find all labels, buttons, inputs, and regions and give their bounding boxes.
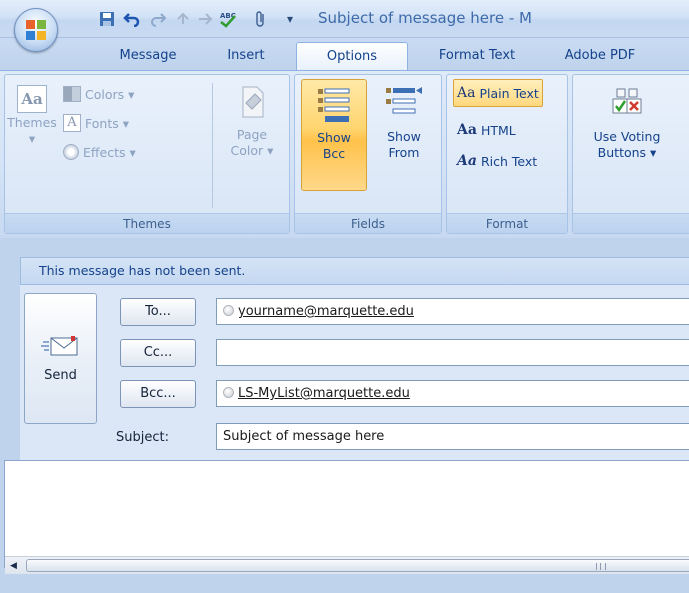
bcc-button[interactable]: Bcc... xyxy=(120,380,196,408)
subject-label: Subject: xyxy=(116,430,169,445)
rich-text-icon: Aa xyxy=(457,153,477,169)
next-item-icon[interactable] xyxy=(195,9,215,29)
plain-text-icon: Aa xyxy=(457,85,476,101)
chevron-down-icon: ▾ xyxy=(122,115,130,131)
office-button[interactable] xyxy=(14,8,58,52)
page-color-button[interactable]: Page Color ▾ xyxy=(217,81,287,159)
show-bcc-icon xyxy=(318,88,350,122)
chevron-down-icon: ▾ xyxy=(128,86,135,102)
undo-icon[interactable] xyxy=(122,9,142,29)
themes-group-label: Themes xyxy=(5,213,289,233)
bcc-field[interactable]: LS-MyList@marquette.edu xyxy=(216,380,689,407)
fonts-icon: A xyxy=(63,114,81,132)
format-group-label: Format xyxy=(447,213,567,233)
tab-message[interactable]: Message xyxy=(108,42,188,70)
cc-field[interactable] xyxy=(216,339,689,366)
send-button[interactable]: Send xyxy=(24,293,97,424)
scrollbar-thumb[interactable] xyxy=(26,559,689,572)
themes-icon: Aa xyxy=(17,85,47,113)
show-from-button[interactable]: Show From xyxy=(371,79,437,191)
tab-insert[interactable]: Insert xyxy=(218,42,274,70)
ribbon-tab-bar: Message Insert Options Format Text Adobe… xyxy=(0,38,689,71)
effects-icon xyxy=(63,144,79,160)
previous-item-icon[interactable] xyxy=(173,9,193,29)
html-format-button[interactable]: Aa HTML xyxy=(457,119,516,141)
fonts-button[interactable]: A Fonts ▾ xyxy=(63,112,129,134)
subject-field[interactable]: Subject of message here xyxy=(216,423,689,450)
bcc-recipient[interactable]: LS-MyList@marquette.edu xyxy=(238,386,410,401)
send-envelope-icon xyxy=(41,336,78,356)
title-bar: ABC ▾ Subject of message here - M xyxy=(0,0,689,52)
presence-status-icon xyxy=(223,305,234,316)
plain-text-button[interactable]: Aa Plain Text xyxy=(453,79,543,107)
rich-text-label: Rich Text xyxy=(480,153,538,169)
tracking-group-label xyxy=(573,213,689,233)
to-recipient[interactable]: yourname@marquette.edu xyxy=(238,304,414,319)
message-body[interactable] xyxy=(4,460,689,568)
fields-group: Show Bcc Show From Fields xyxy=(294,74,442,234)
scroll-left-arrow-icon[interactable]: ◀ xyxy=(5,557,22,574)
show-bcc-button[interactable]: Show Bcc xyxy=(301,79,367,191)
use-voting-buttons-button[interactable]: Use Voting Buttons ▾ xyxy=(577,81,677,161)
office-logo-icon xyxy=(26,20,46,40)
to-field[interactable]: yourname@marquette.edu xyxy=(216,298,689,325)
redo-icon[interactable] xyxy=(148,9,168,29)
chevron-down-icon: ▾ xyxy=(129,144,136,160)
colors-label: Colors xyxy=(85,86,125,102)
horizontal-scrollbar[interactable]: ◀ xyxy=(5,556,689,574)
attach-file-icon[interactable] xyxy=(251,9,271,29)
rich-text-button[interactable]: Aa Rich Text xyxy=(457,150,537,172)
html-format-label: HTML xyxy=(480,122,516,138)
customize-toolbar-icon[interactable]: ▾ xyxy=(287,12,305,28)
format-group: Aa Plain Text Aa HTML Aa Rich Text Forma… xyxy=(446,74,568,234)
ribbon: Aa Themes ▾ Colors ▾ A Fonts ▾ Effects ▾… xyxy=(0,70,689,238)
cc-button[interactable]: Cc... xyxy=(120,339,196,367)
html-format-icon: Aa xyxy=(457,122,477,138)
tab-adobe-pdf[interactable]: Adobe PDF xyxy=(548,42,652,70)
send-label: Send xyxy=(44,368,77,383)
effects-label: Effects xyxy=(83,144,126,160)
tab-options[interactable]: Options xyxy=(296,42,408,71)
show-from-icon xyxy=(386,87,422,114)
themes-button[interactable]: Aa Themes ▾ xyxy=(7,81,57,147)
spelling-icon[interactable]: ABC xyxy=(218,9,238,29)
colors-button[interactable]: Colors ▾ xyxy=(63,83,134,105)
scrollbar-grip-icon xyxy=(596,563,606,570)
to-button[interactable]: To... xyxy=(120,298,196,326)
voting-buttons-icon xyxy=(612,88,642,114)
group-divider xyxy=(212,83,213,208)
effects-button[interactable]: Effects ▾ xyxy=(63,141,136,163)
themes-group: Aa Themes ▾ Colors ▾ A Fonts ▾ Effects ▾… xyxy=(4,74,290,234)
window-bottom-frame xyxy=(0,574,689,593)
window-title: Subject of message here - M xyxy=(318,9,532,27)
plain-text-label: Plain Text xyxy=(479,85,539,101)
colors-icon xyxy=(63,86,81,102)
page-color-icon xyxy=(237,85,267,119)
tab-format-text[interactable]: Format Text xyxy=(420,42,534,70)
tracking-group: Use Voting Buttons ▾ xyxy=(572,74,689,234)
save-icon[interactable] xyxy=(97,9,117,29)
fonts-label: Fonts xyxy=(85,115,119,131)
presence-status-icon xyxy=(223,387,234,398)
message-header: Send To... yourname@marquette.edu Cc... … xyxy=(20,285,689,460)
info-bar: This message has not been sent. xyxy=(20,257,689,285)
fields-group-label: Fields xyxy=(295,213,441,233)
